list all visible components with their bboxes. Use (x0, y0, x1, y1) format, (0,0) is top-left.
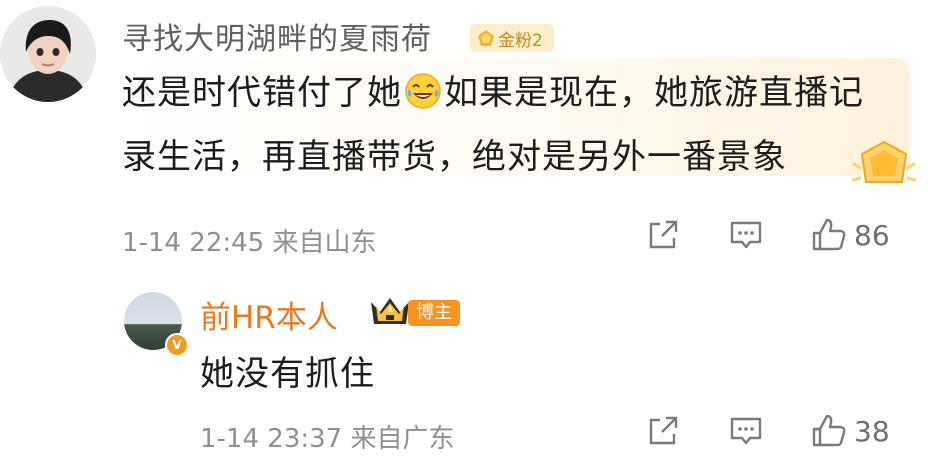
comment-icon (730, 417, 762, 445)
medal-icon (851, 138, 917, 198)
share-icon (649, 220, 678, 249)
crown-icon (368, 294, 412, 332)
fan-badge[interactable]: 金粉2 (470, 24, 554, 52)
gem-icon (478, 30, 494, 46)
share-button[interactable] (646, 414, 680, 448)
share-button[interactable] (646, 218, 680, 252)
fan-badge-label: 金粉2 (498, 30, 543, 51)
comment-meta: 1-14 22:45 来自山东 (122, 222, 376, 259)
avatar-image (0, 6, 96, 102)
like-count: 86 (854, 218, 890, 252)
thumbs-up-icon (812, 414, 846, 447)
location: 来自广东 (350, 424, 455, 454)
avatar[interactable] (0, 6, 96, 102)
comment-button[interactable] (728, 414, 764, 448)
comment-text: 还是时代错付了她 如果是现在，她旅游直播记录生活，再直播带货，绝对是另外一番景象 (122, 64, 882, 186)
reply-text: 她没有抓住 (200, 354, 375, 394)
timestamp: 1-14 23:37 (200, 424, 343, 454)
thumbs-up-icon (812, 218, 846, 251)
reply-username[interactable]: 前HR本人 (200, 292, 338, 337)
share-icon (649, 416, 678, 445)
verified-badge: V (165, 333, 189, 357)
like-button[interactable]: 38 (810, 412, 890, 450)
comment-text-part1: 还是时代错付了她 (122, 73, 402, 113)
timestamp: 1-14 22:45 (122, 228, 265, 258)
comment-button[interactable] (728, 218, 764, 252)
blogger-badge[interactable]: 博主 (408, 300, 460, 326)
comment-icon (730, 221, 762, 249)
laugh-cry-emoji (404, 70, 442, 128)
location: 来自山东 (272, 228, 377, 258)
like-count: 38 (854, 414, 890, 448)
username[interactable]: 寻找大明湖畔的夏雨荷 (122, 14, 432, 58)
reply-meta: 1-14 23:37 来自广东 (200, 418, 454, 455)
like-button[interactable]: 86 (810, 216, 890, 254)
